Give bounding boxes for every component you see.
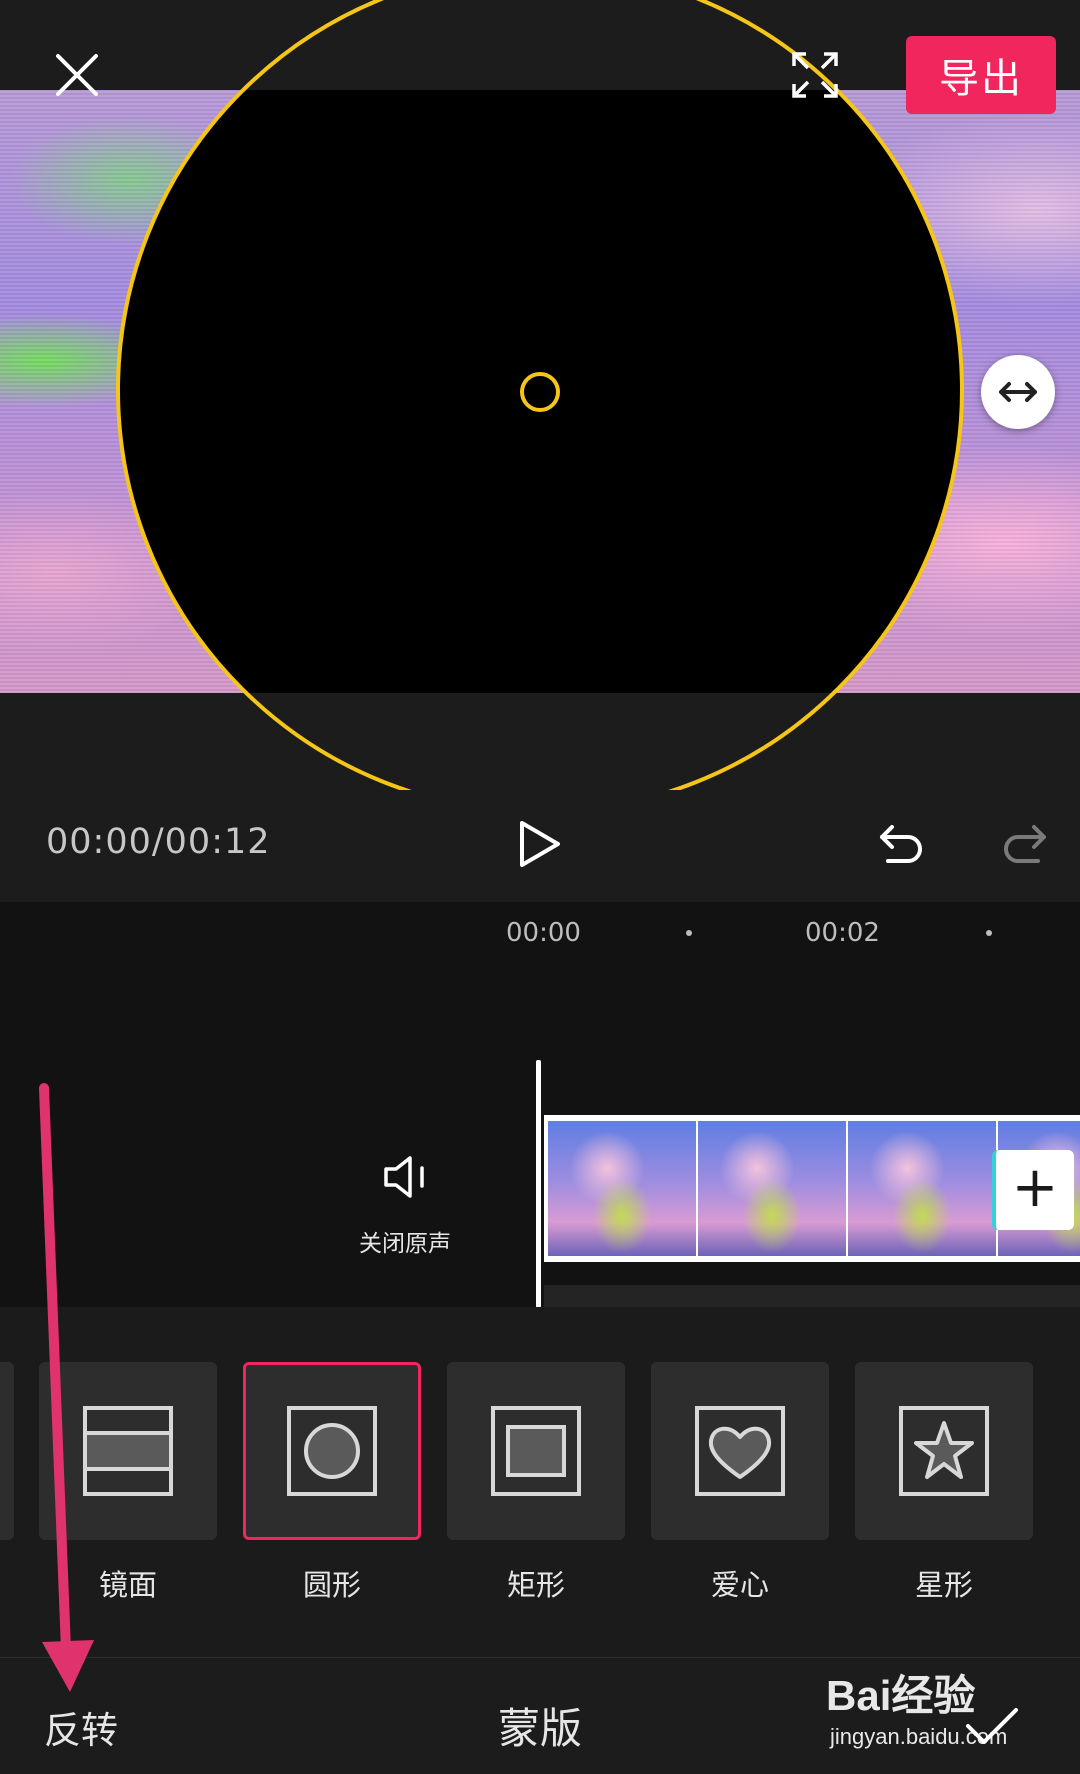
annotation-arrow bbox=[39, 1083, 94, 1692]
ruler-tick bbox=[986, 930, 992, 936]
empty-track bbox=[544, 1285, 1080, 1307]
rectangle-mask-icon bbox=[491, 1406, 581, 1496]
redo-icon bbox=[1004, 825, 1046, 863]
mask-resize-handle[interactable] bbox=[981, 355, 1055, 429]
clip-thumbnail bbox=[698, 1121, 846, 1256]
star-mask-icon bbox=[899, 1406, 989, 1496]
close-icon bbox=[56, 54, 98, 96]
watermark: Bai经验 jingyan.baidu.com bbox=[826, 1662, 1056, 1762]
circle-mask-icon bbox=[287, 1406, 377, 1496]
mask-item-heart[interactable] bbox=[651, 1362, 829, 1540]
ruler-label-start: 00:00 bbox=[506, 918, 581, 948]
video-preview[interactable] bbox=[0, 0, 1080, 790]
ruler-label-2s: 00:02 bbox=[805, 918, 880, 948]
speaker-icon bbox=[384, 1156, 424, 1198]
play-button[interactable] bbox=[512, 814, 568, 874]
clip-thumbnail bbox=[848, 1121, 996, 1256]
heart-mask-icon bbox=[695, 1406, 785, 1496]
time-readout: 00:00/00:12 bbox=[46, 822, 271, 862]
clip-thumbnail bbox=[548, 1121, 696, 1256]
horizontal-resize-icon bbox=[999, 382, 1037, 402]
mask-label-rectangle: 矩形 bbox=[506, 1568, 565, 1602]
close-button[interactable] bbox=[44, 40, 110, 110]
mask-item-circle[interactable] bbox=[243, 1362, 421, 1540]
redo-button[interactable] bbox=[996, 816, 1052, 872]
ruler-tick bbox=[686, 930, 692, 936]
export-button[interactable]: 导出 bbox=[906, 36, 1056, 114]
mask-item-rectangle[interactable] bbox=[447, 1362, 625, 1540]
mask-label-star: 星形 bbox=[914, 1568, 973, 1602]
watermark-logo: Bai经验 bbox=[826, 1672, 976, 1719]
mute-original-audio-button[interactable]: 关闭原声 bbox=[340, 1140, 470, 1260]
undo-button[interactable] bbox=[874, 816, 930, 872]
mute-label: 关闭原声 bbox=[359, 1231, 451, 1257]
mask-label-heart: 爱心 bbox=[710, 1568, 769, 1602]
fullscreen-button[interactable] bbox=[782, 40, 848, 110]
mask-label-circle: 圆形 bbox=[302, 1568, 361, 1602]
undo-icon bbox=[880, 825, 922, 863]
mask-item-star[interactable] bbox=[855, 1362, 1033, 1540]
playhead[interactable] bbox=[536, 1060, 541, 1308]
add-clip-button[interactable]: + bbox=[992, 1150, 1074, 1230]
watermark-url: jingyan.baidu.com bbox=[830, 1724, 1008, 1749]
fullscreen-icon bbox=[792, 52, 838, 98]
play-icon bbox=[520, 821, 560, 867]
circle-mask-overlay[interactable] bbox=[0, 0, 1080, 790]
